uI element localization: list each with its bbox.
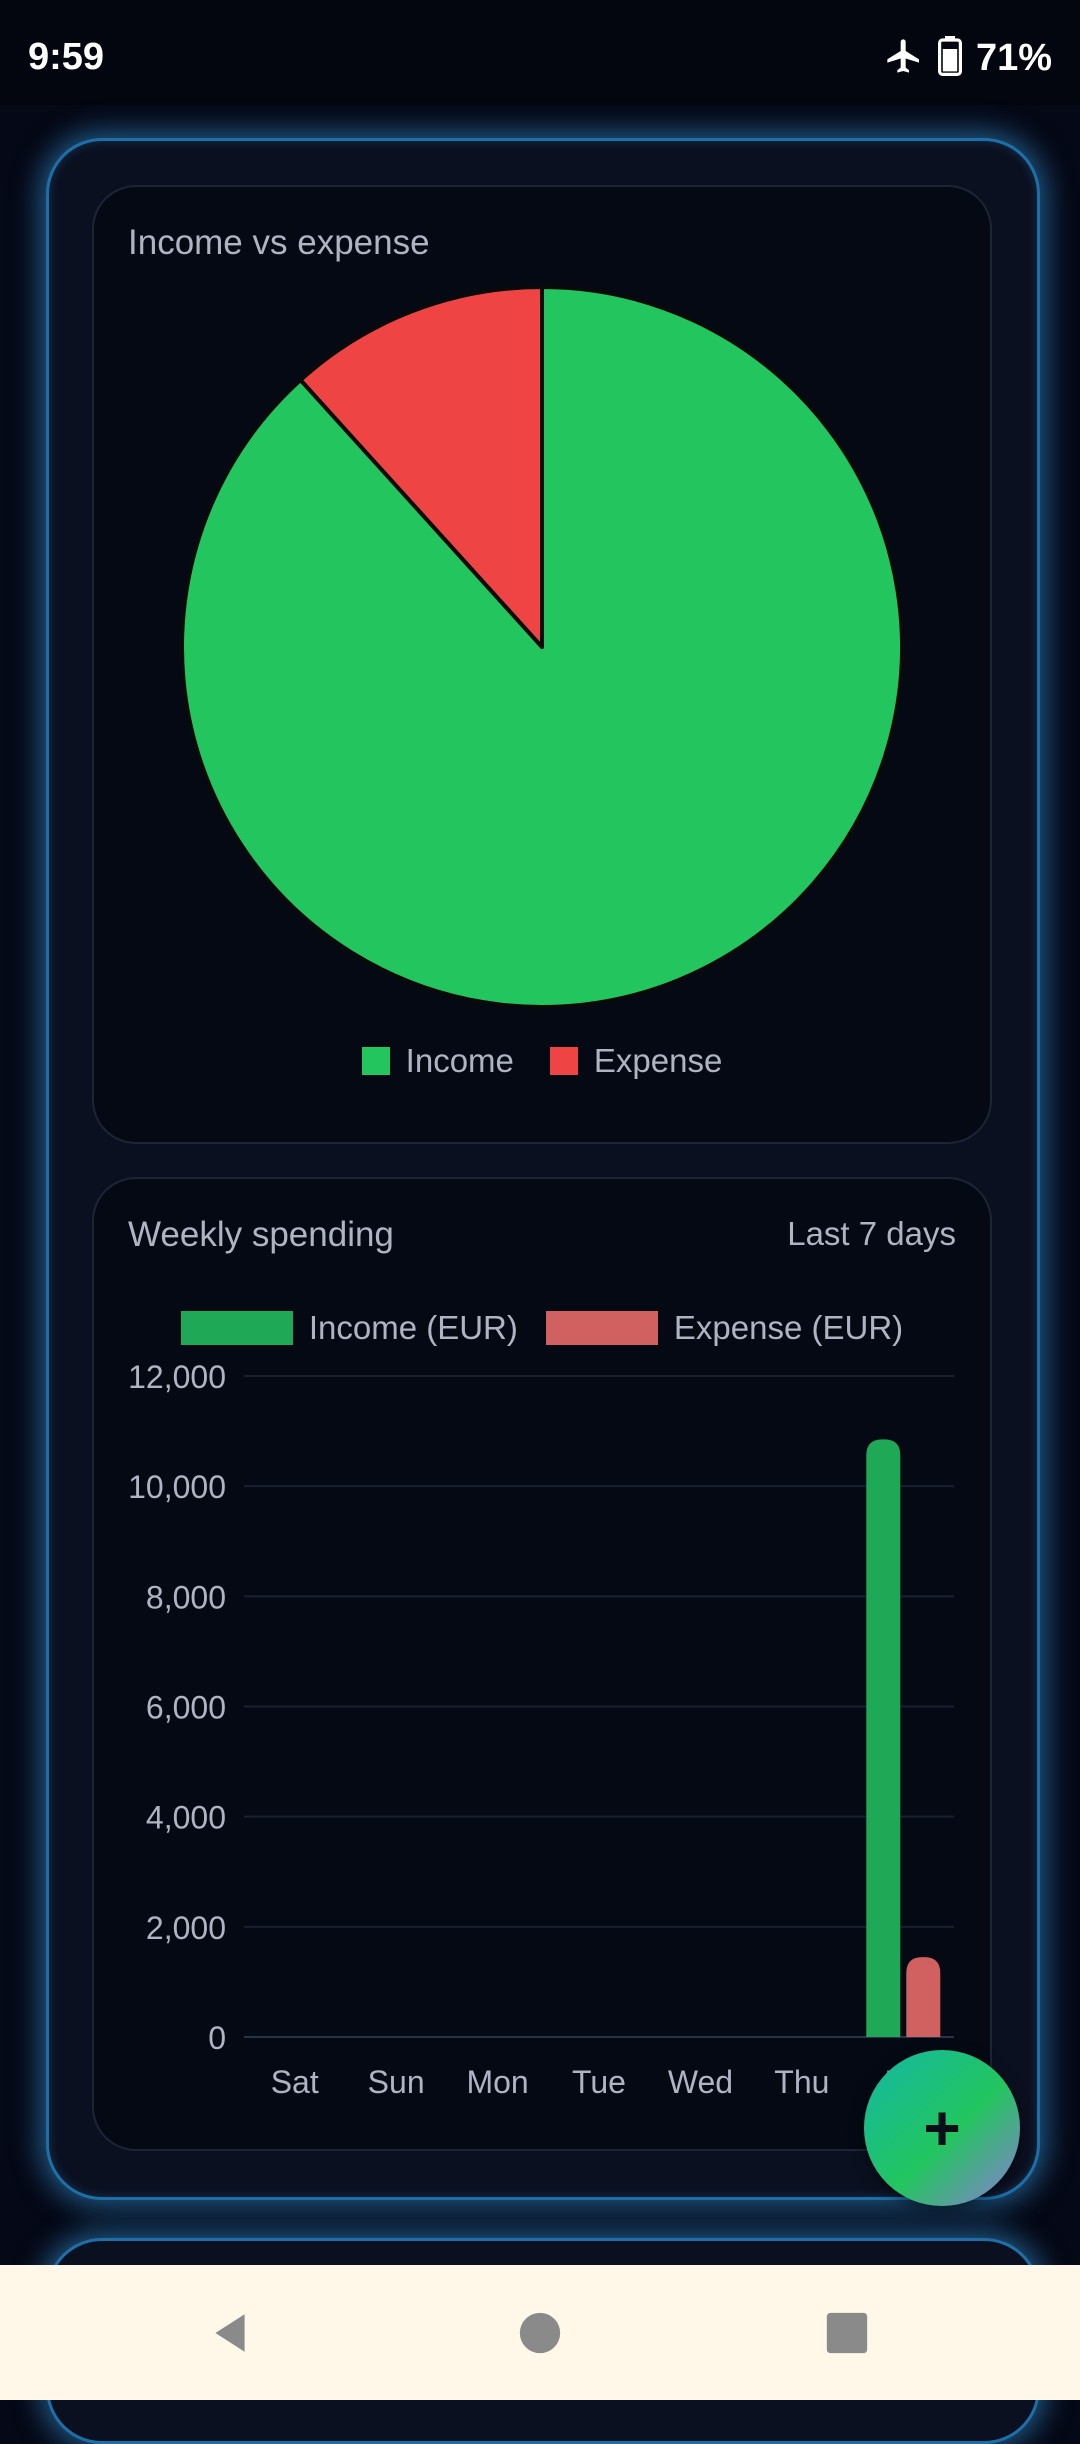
y-tick-label: 8,000	[146, 1579, 226, 1615]
home-icon	[519, 2312, 561, 2353]
y-tick-label: 6,000	[146, 1690, 226, 1726]
recents-button[interactable]	[767, 2265, 927, 2400]
pie-legend-income[interactable]: Income	[361, 1042, 514, 1080]
pie-legend: Income Expense	[94, 1042, 990, 1080]
income-expense-panel: Income vs expense Income Expense	[92, 185, 992, 1144]
airplane-icon	[884, 36, 924, 81]
income-swatch	[361, 1047, 390, 1075]
x-tick-label: Sun	[368, 2064, 425, 2100]
y-tick-label: 2,000	[146, 1910, 226, 1946]
y-tick-label: 10,000	[128, 1469, 226, 1505]
pie-legend-expense-label: Expense	[593, 1042, 723, 1079]
x-tick-label: Sat	[271, 2064, 319, 2100]
y-tick-label: 4,000	[146, 1800, 226, 1836]
bar-expense-fri	[906, 1957, 941, 2037]
battery-percent: 71%	[975, 37, 1052, 79]
x-tick-label: Mon	[466, 2064, 528, 2100]
expense-swatch	[549, 1047, 578, 1075]
home-button[interactable]	[460, 2265, 620, 2400]
x-tick-label: Tue	[572, 2064, 626, 2100]
navigation-bar	[0, 2265, 1080, 2400]
back-button[interactable]	[150, 2265, 310, 2400]
pie-chart	[180, 285, 904, 1009]
bar-income-fri	[866, 1439, 901, 2037]
back-icon	[215, 2313, 245, 2352]
pie-legend-income-label: Income	[405, 1042, 514, 1079]
battery-icon	[937, 36, 962, 81]
weekly-bar-chart: 0 2,000 4,000 6,000 8,000 10,000 12,000 Sat Sun M…	[128, 1359, 954, 2100]
status-time: 9:59	[28, 36, 105, 78]
status-bar: 9:59 71%	[0, 0, 1080, 105]
weekly-spending-panel: Weekly spending Last 7 days Income (EUR)…	[92, 1177, 992, 2151]
x-tick-label: Wed	[668, 2064, 733, 2100]
add-transaction-button[interactable]: +	[864, 2050, 1020, 2206]
y-tick-label: 0	[208, 2020, 226, 2056]
recents-icon	[826, 2312, 868, 2353]
plus-icon: +	[923, 2092, 961, 2164]
status-icons: 71%	[884, 36, 1052, 81]
x-tick-label: Thu	[774, 2064, 829, 2100]
y-tick-label: 12,000	[128, 1359, 226, 1395]
pie-legend-expense[interactable]: Expense	[549, 1042, 723, 1080]
